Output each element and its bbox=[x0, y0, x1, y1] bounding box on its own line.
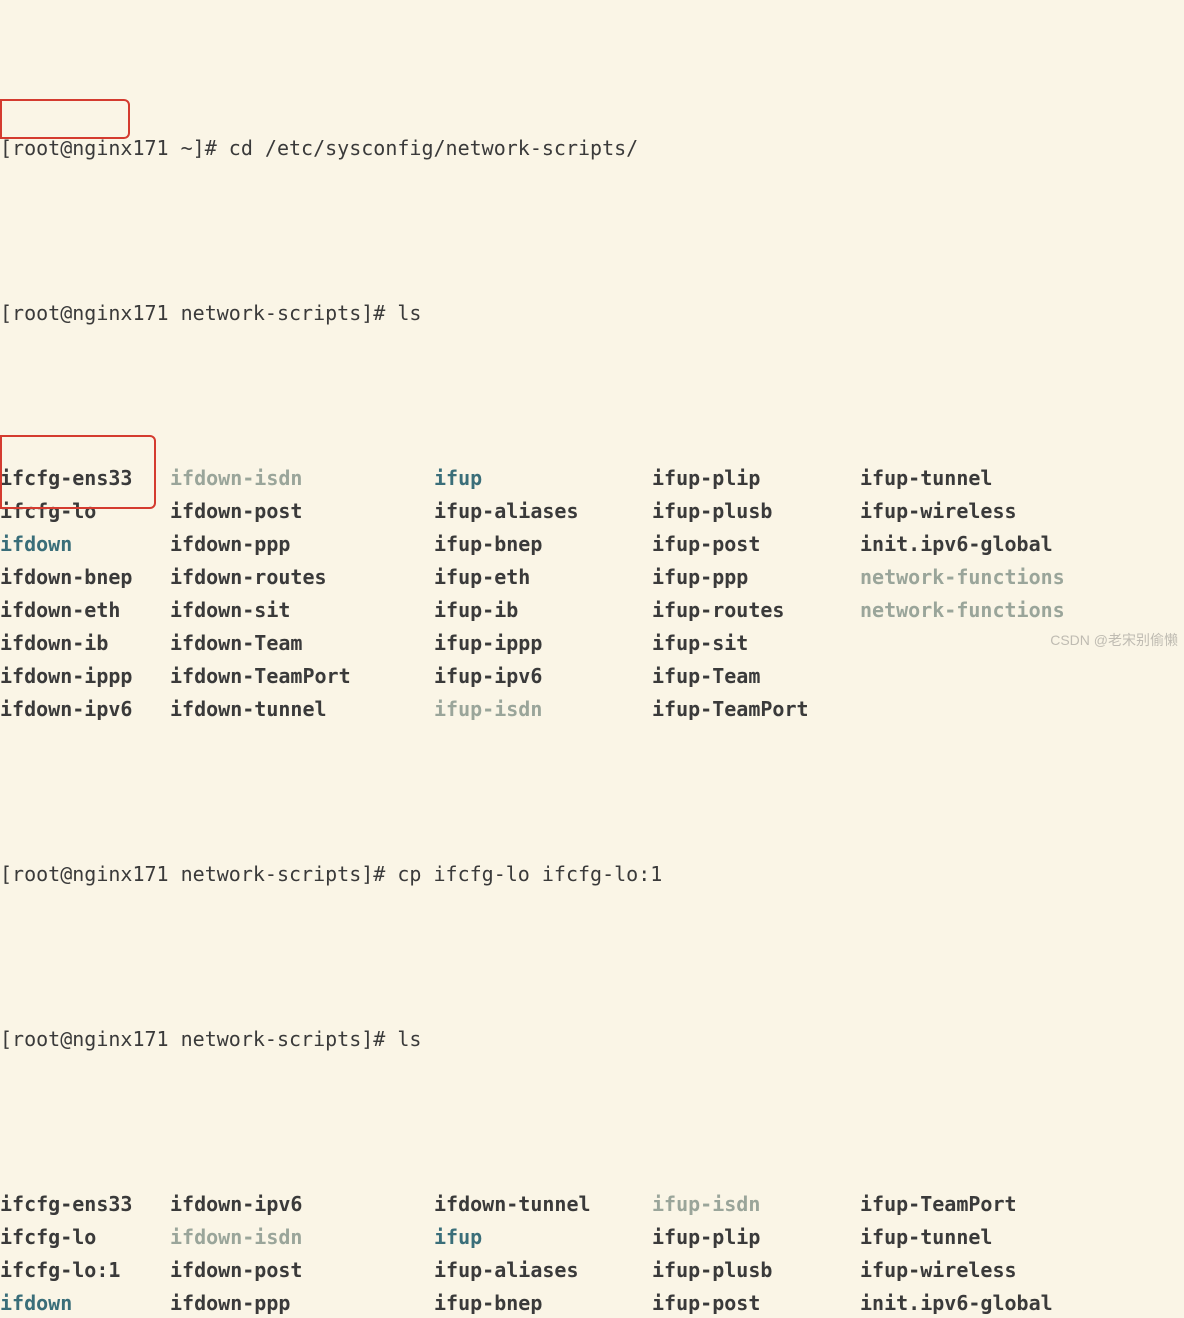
file-entry: ifup-aliases bbox=[434, 495, 652, 528]
file-entry: ifup-bnep bbox=[434, 528, 652, 561]
file-entry: ifdown-isdn bbox=[170, 462, 434, 495]
prompt-line-cp: [root@nginx171 network-scripts]# cp ifcf… bbox=[0, 858, 1184, 891]
file-entry: ifdown-ppp bbox=[170, 528, 434, 561]
list-row: ifcfg-ens33ifdown-isdnifupifup-plipifup-… bbox=[0, 462, 1184, 495]
file-entry: ifup-eth bbox=[434, 561, 652, 594]
file-entry: ifup-Team bbox=[652, 660, 860, 693]
file-entry: ifup bbox=[434, 1221, 652, 1254]
file-entry: ifdown-isdn bbox=[170, 1221, 434, 1254]
file-entry: ifdown-sit bbox=[170, 594, 434, 627]
prompt-line-ls1: [root@nginx171 network-scripts]# ls bbox=[0, 297, 1184, 330]
file-entry: ifup-sit bbox=[652, 627, 860, 660]
list-row: ifdown-ethifdown-sitifup-ibifup-routesne… bbox=[0, 594, 1184, 627]
file-entry: ifup-ib bbox=[434, 594, 652, 627]
terminal-output[interactable]: [root@nginx171 ~]# cd /etc/sysconfig/net… bbox=[0, 0, 1184, 1318]
file-entry: ifdown bbox=[0, 528, 170, 561]
prompt-line-cd: [root@nginx171 ~]# cd /etc/sysconfig/net… bbox=[0, 132, 1184, 165]
file-entry: ifdown-ppp bbox=[170, 1287, 434, 1318]
file-entry: ifdown-ipv6 bbox=[170, 1188, 434, 1221]
file-entry: ifdown-ib bbox=[0, 627, 170, 660]
file-entry: ifdown-tunnel bbox=[170, 693, 434, 726]
file-entry: ifdown-TeamPort bbox=[170, 660, 434, 693]
file-entry: ifup-isdn bbox=[434, 693, 652, 726]
file-entry: ifup bbox=[434, 462, 652, 495]
list-row: ifcfg-lo:1ifdown-postifup-aliasesifup-pl… bbox=[0, 1254, 1184, 1287]
file-entry: ifup-ppp bbox=[652, 561, 860, 594]
file-entry: ifup-TeamPort bbox=[860, 1188, 1180, 1221]
file-entry: ifcfg-ens33 bbox=[0, 1188, 170, 1221]
file-entry: ifdown-ipv6 bbox=[0, 693, 170, 726]
file-entry: ifup-tunnel bbox=[860, 1221, 1180, 1254]
list-row: ifdownifdown-pppifup-bnepifup-postinit.i… bbox=[0, 1287, 1184, 1318]
file-entry: init.ipv6-global bbox=[860, 528, 1180, 561]
file-entry: network-functions bbox=[860, 561, 1180, 594]
file-entry: ifcfg-lo bbox=[0, 495, 170, 528]
file-entry: network-functions bbox=[860, 594, 1180, 627]
file-entry: ifup-ippp bbox=[434, 627, 652, 660]
file-entry: ifup-ipv6 bbox=[434, 660, 652, 693]
list-row: ifdown-ibifdown-Teamifup-ipppifup-sit bbox=[0, 627, 1184, 660]
file-entry: ifdown-Team bbox=[170, 627, 434, 660]
list-row: ifdown-ipv6ifdown-tunnelifup-isdnifup-Te… bbox=[0, 693, 1184, 726]
ls-listing-2: ifcfg-ens33ifdown-ipv6ifdown-tunnelifup-… bbox=[0, 1188, 1184, 1318]
list-row: ifdown-ipppifdown-TeamPortifup-ipv6ifup-… bbox=[0, 660, 1184, 693]
file-entry: ifup-plip bbox=[652, 1221, 860, 1254]
list-row: ifcfg-loifdown-isdnifupifup-plipifup-tun… bbox=[0, 1221, 1184, 1254]
file-entry: ifup-TeamPort bbox=[652, 693, 860, 726]
file-entry: ifup-tunnel bbox=[860, 462, 1180, 495]
file-entry: ifdown-routes bbox=[170, 561, 434, 594]
file-entry: ifup-routes bbox=[652, 594, 860, 627]
file-entry: ifup-plusb bbox=[652, 495, 860, 528]
file-entry: ifcfg-lo bbox=[0, 1221, 170, 1254]
file-entry: ifdown-post bbox=[170, 495, 434, 528]
file-entry: ifup-plip bbox=[652, 462, 860, 495]
list-row: ifdown-bnepifdown-routesifup-ethifup-ppp… bbox=[0, 561, 1184, 594]
list-row: ifcfg-ens33ifdown-ipv6ifdown-tunnelifup-… bbox=[0, 1188, 1184, 1221]
file-entry: ifcfg-lo:1 bbox=[0, 1254, 170, 1287]
file-entry: ifup-wireless bbox=[860, 495, 1180, 528]
file-entry: ifup-plusb bbox=[652, 1254, 860, 1287]
list-row: ifcfg-loifdown-postifup-aliasesifup-plus… bbox=[0, 495, 1184, 528]
file-entry: ifdown-ippp bbox=[0, 660, 170, 693]
file-entry: ifdown-bnep bbox=[0, 561, 170, 594]
file-entry: ifdown-eth bbox=[0, 594, 170, 627]
prompt-line-ls2: [root@nginx171 network-scripts]# ls bbox=[0, 1023, 1184, 1056]
file-entry: ifdown-tunnel bbox=[434, 1188, 652, 1221]
file-entry: init.ipv6-global bbox=[860, 1287, 1180, 1318]
file-entry: ifup-wireless bbox=[860, 1254, 1180, 1287]
file-entry: ifdown bbox=[0, 1287, 170, 1318]
ls-listing-1: ifcfg-ens33ifdown-isdnifupifup-plipifup-… bbox=[0, 462, 1184, 726]
file-entry: ifdown-post bbox=[170, 1254, 434, 1287]
file-entry: ifup-post bbox=[652, 1287, 860, 1318]
file-entry: ifcfg-ens33 bbox=[0, 462, 170, 495]
file-entry: ifup-aliases bbox=[434, 1254, 652, 1287]
list-row: ifdownifdown-pppifup-bnepifup-postinit.i… bbox=[0, 528, 1184, 561]
file-entry: ifup-bnep bbox=[434, 1287, 652, 1318]
file-entry: ifup-post bbox=[652, 528, 860, 561]
file-entry: ifup-isdn bbox=[652, 1188, 860, 1221]
